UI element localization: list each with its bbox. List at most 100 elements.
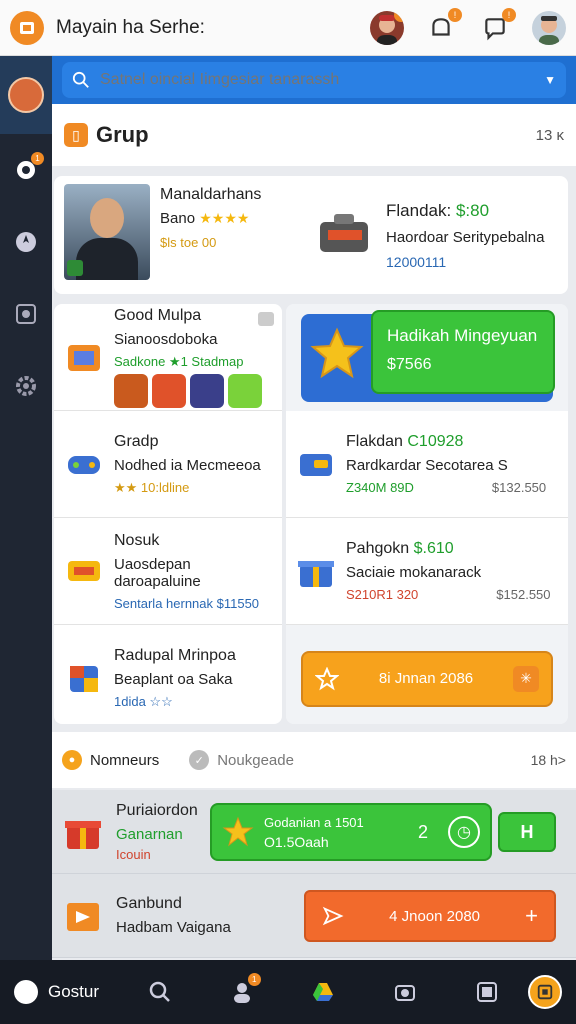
tab-bar: ● Nomneurs ✓ Noukgeade 18 h> xyxy=(52,732,576,788)
item-title: Ganbund xyxy=(116,895,182,912)
sidebar-item-media[interactable] xyxy=(0,278,52,350)
card-icon xyxy=(537,984,553,1000)
nav-profile[interactable]: 1 xyxy=(229,973,261,1005)
feature-right-sub: Haordoar Seritypebalna xyxy=(386,228,545,246)
media-icon xyxy=(16,304,36,324)
star-card-icon xyxy=(152,373,186,408)
list-item[interactable]: Pahgokn $.610 Saciaie mokanarack S210R1 … xyxy=(286,518,568,625)
check-icon: ✓ xyxy=(189,750,210,770)
item-title: Good Mulpa xyxy=(114,306,202,324)
featured-card[interactable]: Manaldarhans Bano ★★★★ $ls toe 00 Flanda… xyxy=(54,176,568,294)
group-title: Grup xyxy=(96,122,149,147)
gear-icon xyxy=(16,376,36,396)
list-item[interactable]: Gradp Nodhed ia Mecmeeoa ★★ 10:ldline xyxy=(54,411,282,518)
chevron-down-icon[interactable]: ▼ xyxy=(544,73,556,87)
promo-title: Hadikah Mingeyuan xyxy=(387,325,538,345)
list-item[interactable]: Good Mulpa Sianoosdoboka Sadkone ★1 Stad… xyxy=(54,304,282,411)
list-item[interactable]: Nosuk Uaosdepan daroapaluine Sentarla he… xyxy=(54,518,282,625)
chat-bubble-icon xyxy=(228,373,262,408)
profile-avatar[interactable]: ! xyxy=(370,10,404,45)
nav-badge: 1 xyxy=(247,973,261,986)
feature-meta: $ls toe 00 xyxy=(160,235,217,250)
top-bar: Mayain ha Serhe: ! ! ! xyxy=(0,0,576,56)
messages-button[interactable]: ! xyxy=(478,7,516,45)
item-meta: 1dida ☆☆ xyxy=(114,693,173,709)
reward-claim-bar[interactable]: Godanian a 1501 O1.5Oaah 2 ◷ xyxy=(210,803,492,861)
notification-badge: ! xyxy=(448,7,462,22)
join-label: 4 Jnoon 2080 xyxy=(389,907,481,925)
item-meta: Sentarla hernnak $11550 xyxy=(114,595,260,611)
home-icon xyxy=(14,980,38,1004)
group-tag-icon: ▯ xyxy=(64,123,88,147)
app-title: Mayain ha Serhe: xyxy=(56,16,205,38)
tab-upgrade[interactable]: ✓ Noukgeade xyxy=(189,750,294,770)
gift-icon xyxy=(190,373,224,408)
search-input[interactable] xyxy=(100,71,545,89)
sidebar-item-settings[interactable] xyxy=(0,350,52,422)
item-sub: Uaosdepan daroapaluine xyxy=(114,555,201,590)
item-sub: Nodhed ia Mecmeeoa xyxy=(114,456,261,474)
logo-icon xyxy=(20,21,34,34)
window-icon xyxy=(477,982,498,1002)
group-count: 13 ĸ xyxy=(535,126,564,144)
item-sub: Sianoosdoboka xyxy=(114,330,218,348)
notifications-button[interactable]: ! xyxy=(424,7,462,45)
left-column: Good Mulpa Sianoosdoboka Sadkone ★1 Stad… xyxy=(54,304,282,724)
star-outline-icon xyxy=(315,666,339,690)
list-item[interactable]: Flakdan C10928 Rardkardar Secotarea S Z3… xyxy=(286,411,568,518)
cube-icon xyxy=(70,666,98,692)
promo-orange-button[interactable]: 8i Jnnan 2086 ✳ xyxy=(301,650,553,707)
timer-icon[interactable]: ◷ xyxy=(448,816,480,848)
item-title: Flakdan xyxy=(346,433,403,450)
tab-members[interactable]: ● Nomneurs xyxy=(62,750,159,770)
sidebar: 1 xyxy=(0,56,52,960)
wallet-icon xyxy=(300,454,332,476)
item-title: Puriaiordon xyxy=(116,801,198,819)
promo-blue-card[interactable]: Hadikah Mingeyuan $7566 xyxy=(301,309,555,402)
nav-window[interactable] xyxy=(474,979,500,1005)
app-logo[interactable] xyxy=(10,10,44,45)
sidebar-badge: 1 xyxy=(31,152,44,165)
notification-badge: ! xyxy=(394,10,404,22)
list-item[interactable]: Puriaiordon Ganarnan Icouin Godanian a 1… xyxy=(52,790,576,874)
item-meta: Z340M 89D xyxy=(346,480,414,495)
promo-amount: $7566 xyxy=(387,355,432,373)
item-sub: Rardkardar Secotarea S xyxy=(346,457,508,474)
plus-icon: + xyxy=(525,903,538,928)
feature-name: Manaldarhans xyxy=(160,186,262,203)
item-meta: Sadkone ★1 Stadmap xyxy=(114,353,244,369)
notification-badge: ! xyxy=(502,7,516,22)
user-avatar[interactable] xyxy=(532,10,566,45)
item-price: $132.550 xyxy=(491,480,547,495)
nav-search[interactable] xyxy=(147,979,173,1005)
list-item[interactable]: Radupal Mrinpoa Beaplant oa Saka 1dida ☆… xyxy=(54,625,282,724)
gift-box-icon xyxy=(298,561,334,587)
join-button[interactable]: 4 Jnoon 2080 + xyxy=(304,890,556,942)
coin-icon: ● xyxy=(62,750,82,770)
select-checkbox[interactable] xyxy=(258,312,274,326)
item-meta: Icouin xyxy=(116,846,151,862)
item-meta: ★★ 10:ldline xyxy=(114,479,190,495)
camera-icon xyxy=(395,985,416,1001)
promo-green-button[interactable]: Hadikah Mingeyuan $7566 xyxy=(371,309,555,394)
hold-button[interactable]: H xyxy=(498,812,556,852)
compass-icon xyxy=(16,232,36,252)
profile-photo xyxy=(64,184,150,280)
search-bar: ▼ xyxy=(52,56,576,104)
search-icon xyxy=(72,71,89,88)
item-title: Radupal Mrinpoa xyxy=(114,646,236,664)
nav-home[interactable]: Gostur xyxy=(14,980,99,1004)
list-item[interactable]: Ganbund Hadbam Vaigana 4 Jnoon 2080 + xyxy=(52,874,576,958)
item-meta: S210R1 320 xyxy=(346,587,419,602)
drive-icon xyxy=(313,983,334,1001)
sidebar-item-groups[interactable]: 1 xyxy=(0,134,52,206)
reward-count: 2 xyxy=(417,821,428,842)
nav-action-button[interactable] xyxy=(528,975,562,1009)
nav-camera[interactable] xyxy=(392,979,418,1005)
item-sub: Ganarnan xyxy=(116,825,183,843)
box-icon xyxy=(68,345,100,371)
promo-orange-label: 8i Jnnan 2086 xyxy=(378,670,474,687)
nav-drive[interactable] xyxy=(310,979,336,1005)
sidebar-item-explore[interactable] xyxy=(0,206,52,278)
sidebar-avatar[interactable] xyxy=(8,77,44,113)
